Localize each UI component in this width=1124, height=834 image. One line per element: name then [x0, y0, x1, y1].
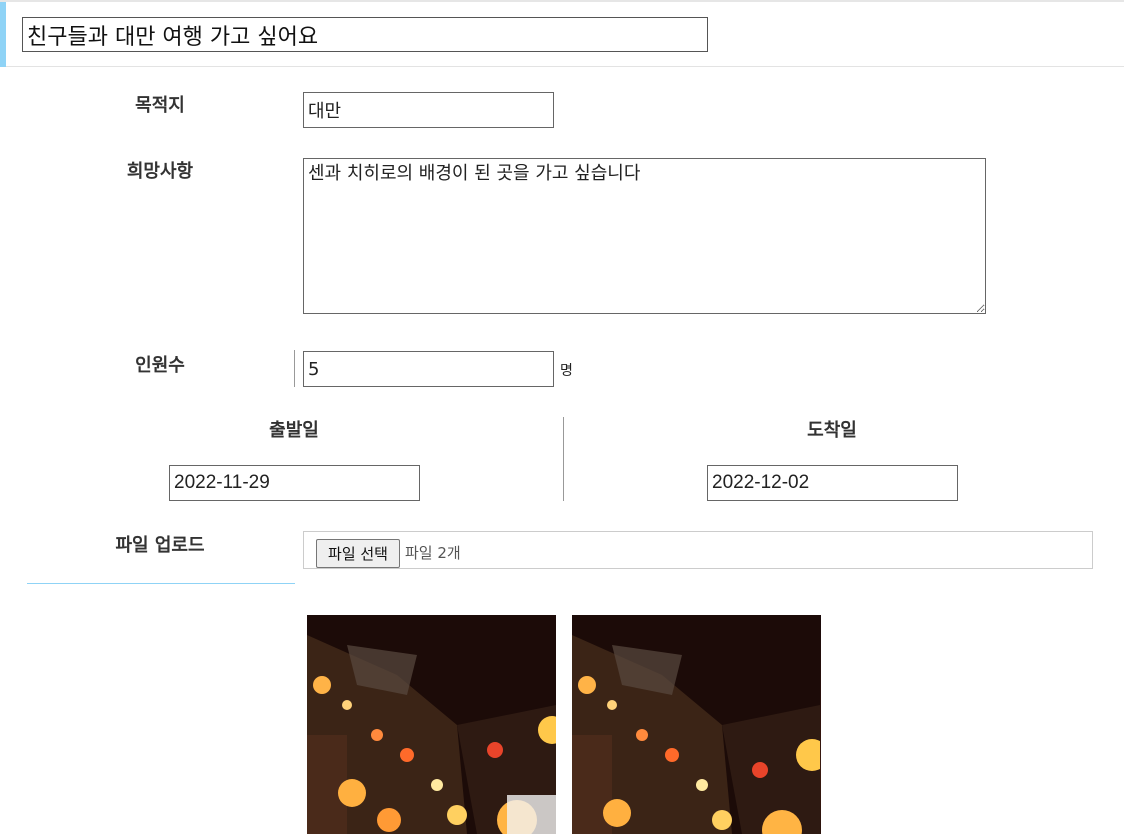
file-upload-box: 파일 선택 파일 2개	[303, 531, 1093, 569]
choose-file-button[interactable]: 파일 선택	[316, 539, 400, 568]
headcount-unit: 명	[560, 363, 573, 379]
date-divider	[563, 417, 564, 501]
destination-input[interactable]	[303, 92, 554, 128]
upload-label-underline	[27, 583, 295, 584]
destination-label: 목적지	[135, 95, 185, 116]
headcount-divider	[294, 350, 295, 387]
wishes-label: 희망사항	[126, 161, 194, 182]
title-accent-bar	[0, 2, 6, 67]
preview-image-1	[307, 615, 556, 834]
headcount-label: 인원수	[135, 355, 185, 376]
headcount-input[interactable]	[303, 351, 554, 387]
arrival-date-input[interactable]	[707, 465, 958, 501]
upload-label: 파일 업로드	[115, 535, 205, 556]
arrival-label: 도착일	[807, 420, 857, 441]
preview-image-2	[572, 615, 821, 834]
departure-label: 출발일	[269, 420, 319, 441]
file-status-text: 파일 2개	[405, 544, 461, 562]
wishes-textarea[interactable]: 센과 치히로의 배경이 된 곳을 가고 싶습니다	[303, 158, 986, 314]
title-bar	[0, 0, 1124, 67]
departure-date-input[interactable]	[169, 465, 420, 501]
title-input[interactable]	[22, 17, 708, 52]
